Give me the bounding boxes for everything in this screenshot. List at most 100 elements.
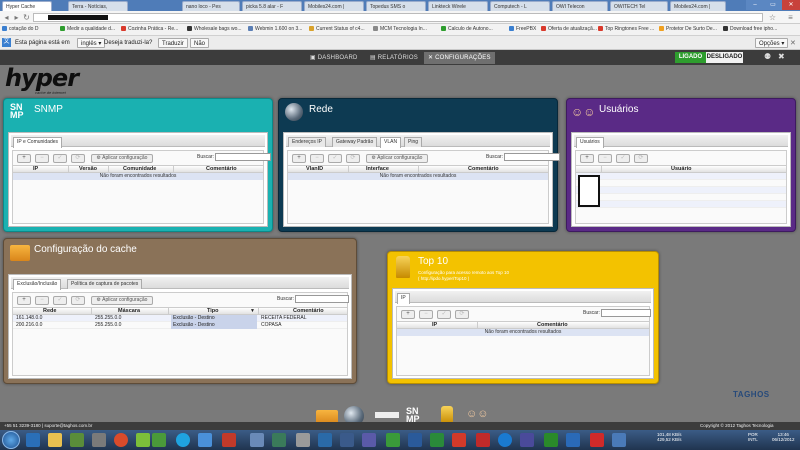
search-input[interactable] — [504, 153, 560, 161]
bookmark-item[interactable]: Cozinha Prática - Re... — [121, 26, 178, 32]
star-icon[interactable]: ☆ — [768, 13, 777, 22]
reload-icon[interactable]: ↻ — [22, 13, 31, 22]
col-usuario[interactable]: Usuário — [671, 166, 691, 173]
sort-desc-icon[interactable]: ▼ — [250, 308, 255, 314]
taskbar-skype-icon[interactable] — [176, 433, 190, 447]
taskbar-app-icon[interactable] — [386, 433, 400, 447]
col-vlanid[interactable]: VlanID — [306, 166, 323, 173]
close-window-button[interactable]: ✕ — [782, 0, 800, 10]
taskbar-excel-icon[interactable] — [430, 433, 444, 447]
tab-ip-comunidades[interactable]: IP e Comunidades — [13, 137, 63, 148]
options-button[interactable]: Opções ▾ — [755, 38, 789, 48]
col-comentario[interactable]: Comentário — [537, 322, 568, 329]
nav-dashboard[interactable]: ▣ DASHBOARD — [306, 52, 362, 64]
nav-relatorios[interactable]: ▤ RELATÓRIOS — [366, 52, 422, 64]
tab-vlan[interactable]: VLAN — [380, 137, 402, 148]
tab-usuarios[interactable]: Usuários — [576, 137, 604, 148]
taskbar-app-icon[interactable] — [340, 433, 354, 447]
col-comunidade[interactable]: Comunidade — [123, 166, 156, 173]
taskbar-app-icon[interactable] — [250, 433, 264, 447]
search-input[interactable] — [295, 295, 349, 303]
browser-tab[interactable]: Terra - Notícias, — [68, 1, 128, 11]
taskbar-app-icon[interactable] — [590, 433, 604, 447]
col-interface[interactable]: Interface — [366, 166, 389, 173]
remove-button[interactable]: − — [310, 154, 324, 163]
remove-button[interactable]: − — [419, 310, 433, 319]
browser-tab[interactable]: nano loco - Pes — [182, 1, 240, 11]
taskbar-explorer-icon[interactable] — [48, 433, 62, 447]
start-button[interactable] — [2, 431, 20, 449]
logout-icon[interactable]: ✖ — [778, 52, 785, 61]
table-row[interactable]: 200.216.0.0 255.255.0.0 Exclusão - Desti… — [13, 322, 347, 329]
maximize-button[interactable]: ▭ — [764, 0, 782, 10]
apply-config-button[interactable]: ⚙ Aplicar configuração — [366, 154, 428, 163]
tab-gateway-padrao[interactable]: Gateway Padrão — [332, 137, 378, 147]
no-translate-button[interactable]: Não — [190, 38, 210, 48]
bookmark-item[interactable]: Protetor De Surto De... — [659, 26, 717, 32]
refresh-button[interactable]: ⟳ — [634, 154, 648, 163]
browser-tab[interactable]: OWI Telecon — [552, 1, 608, 11]
minimize-button[interactable]: – — [746, 0, 764, 10]
taskbar-app-icon[interactable] — [566, 433, 580, 447]
bookmark-item[interactable]: cotação do D — [2, 26, 38, 32]
back-icon[interactable]: ◂ — [2, 13, 11, 22]
close-icon[interactable]: ✕ — [790, 39, 796, 47]
edit-button[interactable]: ✓ — [616, 154, 630, 163]
table-row[interactable] — [576, 180, 786, 187]
language-select[interactable]: inglês ▾ — [77, 38, 106, 48]
bookmark-item[interactable]: Webmin 1.600 on 3... — [248, 26, 302, 32]
bookmark-item[interactable]: Wholesale bags wo... — [187, 26, 242, 32]
taskbar-app-icon[interactable] — [476, 433, 490, 447]
browser-tab[interactable]: Linkteck Wirele — [428, 1, 488, 11]
taskbar-utorrent-icon[interactable] — [544, 433, 558, 447]
taskbar-app-icon[interactable] — [296, 433, 310, 447]
edit-button[interactable]: ✓ — [328, 154, 342, 163]
apply-config-button[interactable]: ⚙ Aplicar configuração — [91, 154, 153, 163]
tab-enderecos-ip[interactable]: Endereços IP — [288, 137, 327, 147]
browser-tab[interactable]: picka 5.8 alar - F — [242, 1, 302, 11]
taskbar-app-icon[interactable] — [362, 433, 376, 447]
on-button[interactable]: LIGADO — [675, 52, 706, 63]
bookmark-item[interactable]: Top Ringtones Free ... — [598, 26, 654, 32]
url-field[interactable] — [33, 13, 763, 22]
taskbar-app-icon[interactable] — [136, 433, 150, 447]
col-ip[interactable]: IP — [432, 322, 437, 329]
language-indicator[interactable]: POR INTL — [748, 432, 758, 442]
add-button[interactable]: + — [292, 154, 306, 163]
add-button[interactable]: + — [580, 154, 594, 163]
user-icon[interactable]: ⚉ — [764, 52, 771, 61]
taskbar-chrome-icon[interactable] — [114, 433, 128, 447]
search-input[interactable] — [601, 309, 651, 317]
col-versao[interactable]: Versão — [79, 166, 97, 173]
edit-button[interactable]: ✓ — [53, 296, 67, 305]
dock-snmp-icon[interactable]: SN MP — [406, 407, 420, 424]
col-comentario[interactable]: Comentário — [206, 166, 237, 173]
taskbar-app-icon[interactable] — [612, 433, 626, 447]
bookmark-item[interactable]: Download free ipho... — [723, 26, 777, 32]
nav-configuracoes[interactable]: ✕ CONFIGURAÇÕES — [424, 52, 495, 64]
remove-button[interactable]: − — [598, 154, 612, 163]
col-mascara[interactable]: Máscara — [118, 308, 140, 315]
taskbar-app-icon[interactable] — [198, 433, 212, 447]
taskbar-acrobat-icon[interactable] — [452, 433, 466, 447]
tab-ip[interactable]: IP — [397, 293, 410, 304]
refresh-button[interactable]: ⟳ — [455, 310, 469, 319]
taskbar-app-icon[interactable] — [152, 433, 166, 447]
remove-button[interactable]: − — [35, 296, 49, 305]
edit-button[interactable]: ✓ — [437, 310, 451, 319]
taskbar-app-icon[interactable] — [498, 433, 512, 447]
remove-button[interactable]: − — [35, 154, 49, 163]
bookmark-item[interactable]: Medir a qualidade d... — [60, 26, 115, 32]
col-rede[interactable]: Rede — [43, 308, 56, 315]
add-button[interactable]: + — [401, 310, 415, 319]
bookmark-item[interactable]: MCM Tecnologia In... — [373, 26, 427, 32]
table-row[interactable] — [576, 194, 786, 201]
taskbar-word-icon[interactable] — [408, 433, 422, 447]
tab-politica-captura[interactable]: Política de captura de pacotes — [67, 279, 143, 289]
col-tipo[interactable]: Tipo — [207, 308, 219, 315]
apply-config-button[interactable]: ⚙ Aplicar configuração — [91, 296, 153, 305]
add-button[interactable]: + — [17, 154, 31, 163]
bookmark-item[interactable]: Calculo de Autono... — [441, 26, 493, 32]
forward-icon[interactable]: ▸ — [12, 13, 21, 22]
browser-tab[interactable]: Mobiles24.com | — [670, 1, 726, 11]
